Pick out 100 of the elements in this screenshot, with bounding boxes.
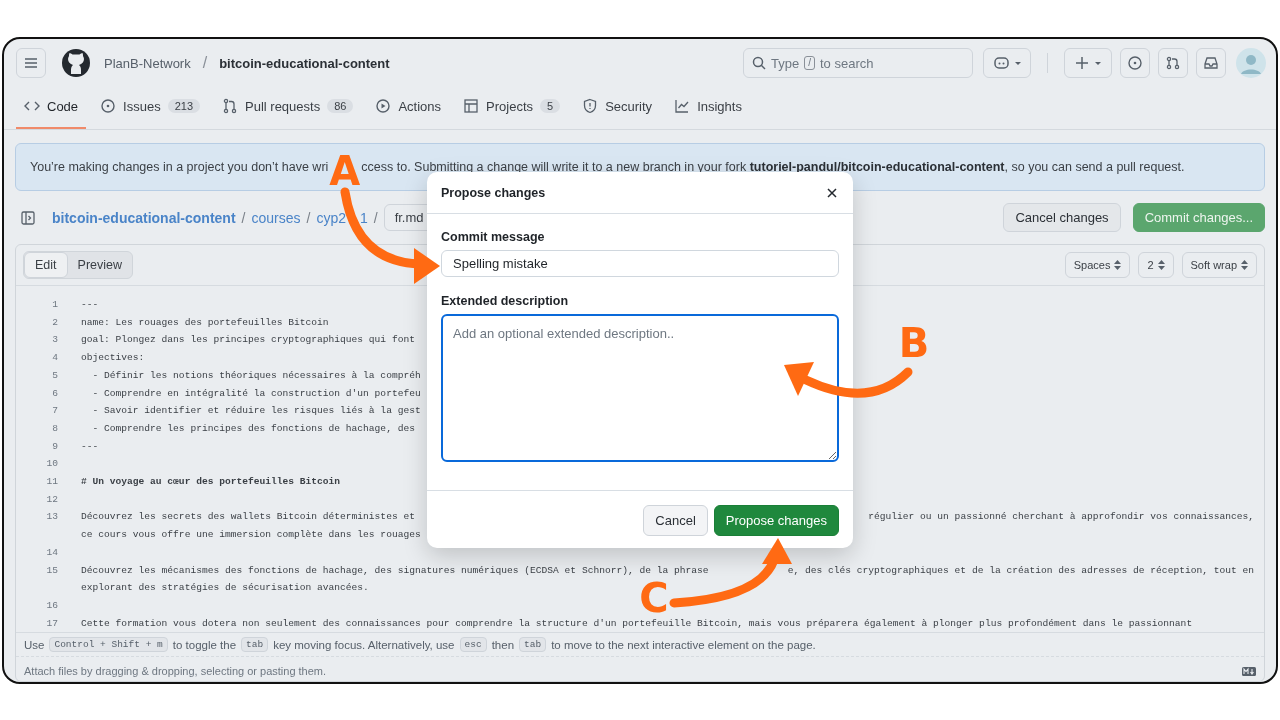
search-field[interactable]: Type / to search — [743, 48, 973, 78]
count-badge: 213 — [167, 99, 200, 113]
option-select[interactable]: 2 — [1138, 252, 1174, 278]
repo-tab[interactable]: Issues 213 — [92, 85, 208, 129]
line-number: 5 — [51, 368, 59, 383]
code-text: objectives: — [81, 351, 145, 366]
plus-icon — [1075, 56, 1089, 70]
code-text: Découvrez les mécanismes des fonctions de hachage, des signatures numériques (ECDSA et Schnorr), de la phrase — [81, 563, 709, 578]
line-number: 17 — [45, 616, 59, 631]
hint-text: Use — [24, 638, 45, 651]
mode-tab[interactable]: Edit — [24, 252, 68, 278]
repo-tab[interactable]: Code — [16, 85, 87, 129]
repo-tab[interactable]: Insights — [666, 85, 750, 129]
caret-icon — [1095, 61, 1101, 65]
code-text: - Savoir identifier et réduire les risques liés à la gest — [91, 404, 421, 419]
code-text: régulier ou un passionné cherchant à approfondir vos connaissances, — [868, 510, 1254, 525]
markdown-icon — [1242, 666, 1256, 676]
annotation-letter: B — [898, 320, 930, 366]
option-select[interactable]: Spaces — [1064, 252, 1131, 278]
repo-tab[interactable]: Security — [574, 85, 661, 129]
line-number: 16 — [45, 598, 59, 613]
description-field[interactable]: Add an optional extended description.. — [441, 314, 839, 462]
code-text: - Comprendre en intégralité la construction d'un portefeu — [91, 386, 421, 401]
line-number: 15 — [45, 563, 59, 578]
line-number: 11 — [45, 475, 59, 490]
keyboard-key: esc — [459, 637, 487, 653]
caret-icon — [1014, 61, 1021, 65]
code-text: - Définir les notions théoriques nécessaires à la compréh — [91, 368, 421, 383]
propose-button[interactable]: Propose changes — [713, 505, 839, 536]
dialog-title: Propose changes — [441, 186, 546, 200]
line-number: 3 — [51, 333, 59, 348]
code-text: name: Les rouages des portefeuilles Bitcoin — [81, 315, 329, 330]
menu-button[interactable] — [16, 48, 46, 78]
code-text: Cette formation vous dotera non seulement des connaissances pour comprendre la structure d'un portefeuille Bitcoin, mais vous préparera également à plonger plus profondément dans le passionnant — [81, 616, 1193, 631]
field-label: Extended description — [441, 294, 570, 308]
keyboard-key: tab — [241, 637, 269, 653]
path-separator: / — [202, 54, 208, 72]
search-placeholder: Type — [771, 55, 800, 71]
issues-button[interactable] — [1120, 48, 1150, 78]
assistant-button[interactable] — [983, 48, 1031, 78]
line-number: 9 — [51, 439, 59, 454]
commit-message-field[interactable]: Spelling mistake — [441, 250, 839, 277]
code-text: --- — [81, 298, 99, 312]
logo-icon[interactable] — [62, 49, 90, 77]
line-number: 12 — [45, 492, 59, 507]
owner-link[interactable]: PlanB-Network — [104, 55, 191, 71]
inbox-button[interactable] — [1196, 48, 1226, 78]
repo-tab[interactable]: Pull requests 86 — [214, 85, 362, 129]
sort-icon — [1114, 260, 1122, 270]
count-badge: 5 — [540, 99, 561, 113]
repo-tab[interactable]: Actions — [367, 85, 450, 129]
option-select[interactable]: Soft wrap — [1181, 252, 1257, 278]
code-text: e, des clés cryptographiques et de la création des adresses de réception, tout en — [787, 563, 1254, 578]
line-number: 10 — [45, 457, 59, 472]
path-separator: / — [241, 209, 246, 226]
code-text: explorant des stratégies de sécurisation avancées. — [81, 581, 369, 596]
path-separator: / — [373, 209, 378, 226]
circle-dot-icon — [1128, 56, 1142, 70]
hint-text: to move to the next interactive element on the page. — [551, 638, 816, 651]
count-badge: 86 — [327, 99, 354, 113]
line-number: 7 — [51, 404, 59, 419]
sort-icon — [1157, 260, 1165, 270]
branch-icon — [1166, 56, 1180, 70]
line-number: 4 — [51, 351, 59, 366]
mode-tab[interactable]: Preview — [67, 252, 132, 278]
hint-text: to toggle the — [172, 638, 237, 651]
circle-dot-icon — [100, 98, 117, 114]
search-placeholder: to search — [819, 55, 874, 71]
branch-icon — [222, 98, 238, 114]
annotation-letter: A — [329, 156, 361, 186]
search-icon — [752, 56, 766, 70]
banner-text: You’re making changes in a project you don’t have wri — [30, 160, 329, 174]
create-button[interactable] — [1064, 48, 1112, 78]
repo-tab[interactable]: Projects 5 — [455, 85, 569, 129]
attach-hint: Attach files by dragging & dropping, selecting or pasting them. — [24, 665, 327, 678]
menu-icon — [24, 56, 38, 70]
pull-requests-button[interactable] — [1158, 48, 1188, 78]
path-separator: / — [306, 209, 311, 226]
shield-icon — [582, 98, 599, 114]
line-number: 8 — [51, 421, 59, 436]
cancel-button[interactable]: Cancel — [643, 505, 708, 536]
graph-icon — [674, 98, 691, 114]
code-text: --- — [81, 439, 99, 454]
keyboard-key: Control + Shift + m — [49, 637, 168, 653]
inbox-icon — [1204, 56, 1218, 70]
code-text: - Comprendre les principes des fonctions de hachage, des — [91, 421, 415, 436]
play-icon — [375, 98, 392, 114]
field-label: Commit message — [441, 230, 546, 244]
robot-icon — [993, 56, 1009, 70]
repo-link[interactable]: bitcoin-educational-content — [219, 55, 390, 71]
hint-text: key moving focus. Alternatively, use — [273, 638, 455, 651]
code-text: ce cours vous offre une immersion complète dans les rouages — [81, 528, 421, 543]
keyboard-key: / — [804, 56, 815, 70]
code-text: # Un voyage au cœur des portefeuilles Bitcoin — [81, 475, 341, 490]
line-number: 13 — [45, 510, 59, 525]
code-text: goal: Plongez dans les principes cryptographiques qui font — [81, 333, 415, 348]
sort-icon — [1241, 260, 1248, 270]
sidebar-toggle-icon[interactable] — [20, 209, 36, 226]
close-icon[interactable] — [827, 188, 837, 198]
cancel-button[interactable]: Cancel changes — [1003, 203, 1121, 232]
